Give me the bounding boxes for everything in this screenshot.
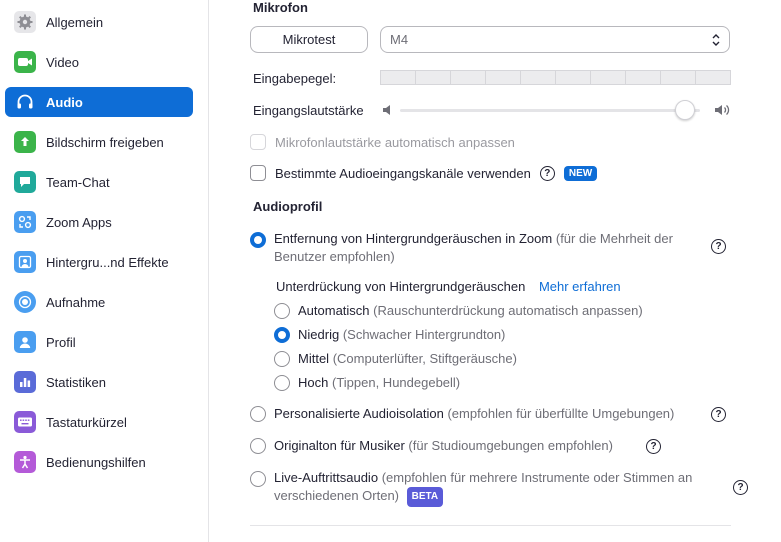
settings-sidebar: Allgemein Video Audio Bildschirm freigeb… xyxy=(0,0,209,542)
sidebar-item-label: Tastaturkürzel xyxy=(46,414,127,430)
level-mittel-label: Mittel (Computerlüfter, Stiftgeräusche) xyxy=(298,350,517,368)
level-hoch-label: Hoch (Tippen, Hundegebell) xyxy=(298,374,460,392)
sidebar-item-label: Bildschirm freigeben xyxy=(46,134,164,150)
sidebar-item-hintergrund-effekte[interactable]: Hintergru...nd Effekte xyxy=(5,247,193,277)
radio-level-niedrig[interactable] xyxy=(274,327,290,343)
video-icon xyxy=(14,51,36,73)
speaker-low-icon xyxy=(383,105,390,115)
input-level-label: Eingabepegel: xyxy=(253,71,337,86)
zoom-noise-removal-main: Entfernung von Hintergrundgeräuschen in … xyxy=(274,231,553,246)
sidebar-item-bedienungshilfen[interactable]: Bedienungshilfen xyxy=(5,447,193,477)
sidebar-item-audio[interactable]: Audio xyxy=(5,87,193,117)
sidebar-item-allgemein[interactable]: Allgemein xyxy=(5,7,193,37)
input-level-meter xyxy=(380,70,731,85)
sidebar-item-label: Zoom Apps xyxy=(46,214,112,230)
sidebar-item-bildschirm-freigeben[interactable]: Bildschirm freigeben xyxy=(5,127,193,157)
radio-personalized-isolation[interactable] xyxy=(250,406,266,422)
sidebar-item-tastaturkuerzel[interactable]: Tastaturkürzel xyxy=(5,407,193,437)
input-channels-label: Bestimmte Audioeingangskanäle verwenden xyxy=(275,165,531,181)
sidebar-item-aufnahme[interactable]: Aufnahme xyxy=(5,287,193,317)
personalized-sub: (empfohlen für überfüllte Umgebungen) xyxy=(447,406,675,421)
sidebar-item-label: Audio xyxy=(46,94,83,110)
keyboard-icon xyxy=(14,411,36,433)
help-icon[interactable]: ? xyxy=(711,407,726,422)
level-sub: (Computerlüfter, Stiftgeräusche) xyxy=(332,351,517,366)
sidebar-item-team-chat[interactable]: Team-Chat xyxy=(5,167,193,197)
input-volume-slider[interactable] xyxy=(382,98,732,122)
level-main: Hoch xyxy=(298,375,329,390)
microphone-select-value: M4 xyxy=(390,32,409,47)
radio-live-performance[interactable] xyxy=(250,471,266,487)
personalized-main: Personalisierte Audioisolation xyxy=(274,406,444,421)
help-icon[interactable]: ? xyxy=(646,439,661,454)
input-volume-label: Eingangslautstärke xyxy=(253,103,364,118)
original-sub: (für Studioumgebungen empfohlen) xyxy=(408,438,613,453)
section-title-audioprofil: Audioprofil xyxy=(253,199,323,214)
radio-level-mittel[interactable] xyxy=(274,351,290,367)
auto-adjust-volume-row[interactable]: Mikrofonlautstärke automatisch anpassen xyxy=(250,134,515,150)
input-channels-row[interactable]: Bestimmte Audioeingangskanäle verwenden … xyxy=(250,165,598,181)
microphone-select[interactable]: M4 xyxy=(380,26,730,53)
help-icon[interactable]: ? xyxy=(539,165,555,181)
radio-level-automatisch[interactable] xyxy=(274,303,290,319)
level-sub: (Schwacher Hintergrundton) xyxy=(342,327,506,342)
original-main: Originalton für Musiker xyxy=(274,438,405,453)
headphones-icon xyxy=(14,91,36,113)
chevron-up-down-icon xyxy=(712,34,720,46)
profile-icon xyxy=(14,331,36,353)
level-sub: (Rauschunterdrückung automatisch anpasse… xyxy=(373,303,643,318)
level-main: Niedrig xyxy=(298,327,340,342)
radio-zoom-noise-removal[interactable] xyxy=(250,232,266,248)
live-performance-label: Live-Auftrittsaudio (empfohlen für mehre… xyxy=(274,469,724,507)
beta-badge: BETA xyxy=(406,487,444,507)
level-sub: (Tippen, Hundegebell) xyxy=(331,375,461,390)
learn-more-link[interactable]: Mehr erfahren xyxy=(539,279,621,294)
level-automatisch-label: Automatisch (Rauschunterdrückung automat… xyxy=(298,302,643,320)
auto-adjust-volume-label: Mikrofonlautstärke automatisch anpassen xyxy=(275,134,515,150)
original-sound-label: Originalton für Musiker (für Studioumgeb… xyxy=(274,437,613,455)
sidebar-item-video[interactable]: Video xyxy=(5,47,193,77)
radio-level-hoch[interactable] xyxy=(274,375,290,391)
sidebar-item-label: Aufnahme xyxy=(46,294,106,310)
sidebar-item-profil[interactable]: Profil xyxy=(5,327,193,357)
new-badge: NEW xyxy=(563,165,598,181)
statistics-icon xyxy=(14,371,36,393)
level-main: Automatisch xyxy=(298,303,370,318)
sidebar-item-label: Allgemein xyxy=(46,14,104,30)
help-icon[interactable]: ? xyxy=(711,239,726,254)
sidebar-item-zoom-apps[interactable]: Zoom Apps xyxy=(5,207,193,237)
suppression-row: Unterdrückung von Hintergrundgeräuschen … xyxy=(276,278,621,296)
sidebar-item-label: Statistiken xyxy=(46,374,106,390)
auto-adjust-volume-checkbox[interactable] xyxy=(250,134,266,150)
share-screen-icon xyxy=(14,131,36,153)
speaker-high-icon xyxy=(715,105,730,115)
suppression-label: Unterdrückung von Hintergrundgeräuschen xyxy=(276,279,526,294)
apps-icon xyxy=(14,211,36,233)
divider xyxy=(250,525,731,526)
sidebar-item-label: Team-Chat xyxy=(46,174,110,190)
chat-icon xyxy=(14,171,36,193)
radio-original-sound[interactable] xyxy=(250,438,266,454)
sidebar-item-label: Hintergru...nd Effekte xyxy=(46,254,169,270)
record-icon xyxy=(14,291,36,313)
sidebar-item-label: Profil xyxy=(46,334,76,350)
zoom-noise-removal-label: Entfernung von Hintergrundgeräuschen in … xyxy=(274,230,714,266)
slider-track xyxy=(400,109,700,112)
level-main: Mittel xyxy=(298,351,330,366)
section-title-mikrofon: Mikrofon xyxy=(253,0,308,15)
background-icon xyxy=(14,251,36,273)
gear-icon xyxy=(14,11,36,33)
input-channels-checkbox[interactable] xyxy=(250,165,266,181)
level-niedrig-label: Niedrig (Schwacher Hintergrundton) xyxy=(298,326,505,344)
accessibility-icon xyxy=(14,451,36,473)
mic-test-button[interactable]: Mikrotest xyxy=(250,26,368,53)
sidebar-item-label: Bedienungshilfen xyxy=(46,454,146,470)
sidebar-item-label: Video xyxy=(46,54,80,70)
live-main: Live-Auftrittsaudio xyxy=(274,470,379,485)
help-icon[interactable]: ? xyxy=(733,480,748,495)
sidebar-item-statistiken[interactable]: Statistiken xyxy=(5,367,193,397)
slider-thumb[interactable] xyxy=(675,100,695,120)
audio-settings-panel: Mikrofon Mikrotest M4 Eingabepegel: Eing… xyxy=(210,0,781,542)
personalized-isolation-label: Personalisierte Audioisolation (empfohle… xyxy=(274,405,674,423)
